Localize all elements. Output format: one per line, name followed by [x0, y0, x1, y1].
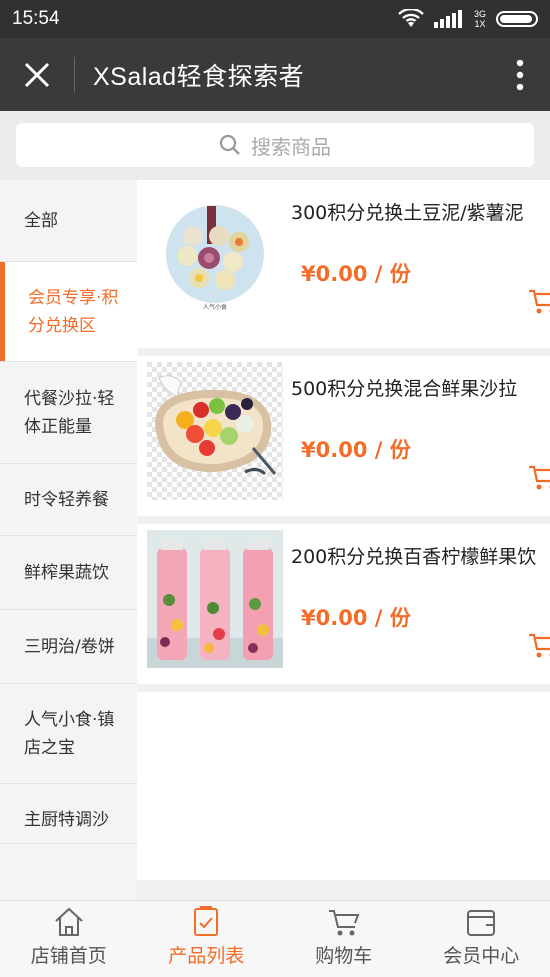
nav-home[interactable]: 店铺首页	[0, 901, 138, 977]
status-icons: 3G 1X	[398, 9, 538, 29]
category-item-member-points[interactable]: 会员专享·积分兑换区	[0, 262, 137, 362]
category-item-seasonal[interactable]: 时令轻养餐	[0, 464, 137, 536]
product-price: ¥0.00 / 份	[301, 262, 411, 286]
category-label: 会员专享·积分兑换区	[28, 287, 119, 336]
product-price: ¥0.00 / 份	[301, 438, 411, 462]
product-card[interactable]: 人气小食 300积分兑换土豆泥/紫薯泥 ¥0.00 / 份	[137, 180, 550, 348]
more-vertical-icon	[516, 59, 524, 90]
cart-icon	[529, 633, 550, 658]
product-image: 人气小食	[147, 192, 283, 330]
page-title: XSalad轻食探索者	[93, 62, 305, 91]
category-label: 三明治/卷饼	[24, 636, 115, 657]
nav-cart[interactable]: 购物车	[275, 901, 413, 977]
nav-member-center[interactable]: 会员中心	[413, 901, 550, 977]
more-button[interactable]	[490, 38, 550, 111]
product-list: 人气小食 300积分兑换土豆泥/紫薯泥 ¥0.00 / 份 500积分兑换混合鲜…	[137, 180, 550, 880]
product-list-icon	[194, 906, 219, 936]
product-name: 500积分兑换混合鲜果沙拉	[291, 378, 518, 400]
search-placeholder: 搜索商品	[251, 134, 331, 159]
category-label: 代餐沙拉·轻体正能量	[24, 388, 115, 437]
category-label: 人气小食·镇店之宝	[24, 709, 115, 758]
product-separator	[137, 348, 550, 356]
network-bottom-label: 1X	[474, 19, 486, 29]
search-icon	[219, 134, 240, 155]
category-label: 主厨特调沙	[24, 810, 109, 830]
bottom-nav: 店铺首页 产品列表 购物车 会员中心	[0, 900, 550, 977]
product-image	[147, 530, 283, 668]
nav-label: 产品列表	[168, 945, 245, 967]
product-image	[147, 362, 283, 500]
cart-icon	[529, 289, 550, 314]
image-caption: 人气小食	[202, 304, 227, 311]
wifi-icon	[398, 9, 424, 27]
add-to-cart-button[interactable]	[528, 464, 550, 492]
category-item-snacks[interactable]: 人气小食·镇店之宝	[0, 684, 137, 784]
category-label: 鲜榨果蔬饮	[24, 562, 109, 583]
wallet-icon	[467, 910, 496, 936]
signal-icon	[433, 10, 462, 28]
close-button[interactable]	[0, 38, 74, 111]
product-price: ¥0.00 / 份	[301, 606, 411, 630]
category-menu[interactable]: 全部 会员专享·积分兑换区 代餐沙拉·轻体正能量 时令轻养餐 鲜榨果蔬饮 三明治…	[0, 180, 137, 900]
nav-label: 购物车	[315, 945, 373, 967]
home-icon	[55, 907, 83, 936]
category-item-juice[interactable]: 鲜榨果蔬饮	[0, 536, 137, 610]
add-to-cart-button[interactable]	[528, 632, 550, 660]
cart-icon	[328, 910, 360, 936]
nav-label: 店铺首页	[30, 945, 107, 967]
battery-level	[500, 15, 533, 23]
product-separator	[137, 684, 550, 692]
cart-icon	[529, 465, 550, 490]
network-type: 3G 1X	[474, 9, 486, 29]
search-input[interactable]: 搜索商品	[16, 123, 534, 167]
product-name: 300积分兑换土豆泥/紫薯泥	[291, 202, 524, 224]
battery-icon	[496, 11, 538, 27]
product-card[interactable]: 200积分兑换百香柠檬鲜果饮 ¥0.00 / 份	[137, 524, 550, 692]
category-item-chef-special[interactable]: 主厨特调沙	[0, 784, 137, 844]
search-area: 搜索商品	[0, 111, 550, 180]
product-name: 200积分兑换百香柠檬鲜果饮	[291, 546, 537, 568]
product-separator	[137, 516, 550, 524]
network-top-label: 3G	[473, 9, 486, 19]
category-label: 时令轻养餐	[24, 489, 109, 510]
add-to-cart-button[interactable]	[528, 288, 550, 316]
nav-product-list[interactable]: 产品列表	[138, 901, 276, 977]
status-bar: 15:54 3G 1X	[0, 0, 550, 38]
close-icon	[24, 62, 50, 87]
category-item-meal-salad[interactable]: 代餐沙拉·轻体正能量	[0, 362, 137, 464]
nav-label: 会员中心	[443, 945, 520, 967]
status-time: 15:54	[12, 8, 60, 29]
product-card[interactable]: 500积分兑换混合鲜果沙拉 ¥0.00 / 份	[137, 356, 550, 524]
category-item-all[interactable]: 全部	[0, 180, 137, 262]
category-item-sandwich[interactable]: 三明治/卷饼	[0, 610, 137, 684]
app-bar: XSalad轻食探索者	[0, 38, 550, 111]
category-label: 全部	[24, 210, 58, 231]
